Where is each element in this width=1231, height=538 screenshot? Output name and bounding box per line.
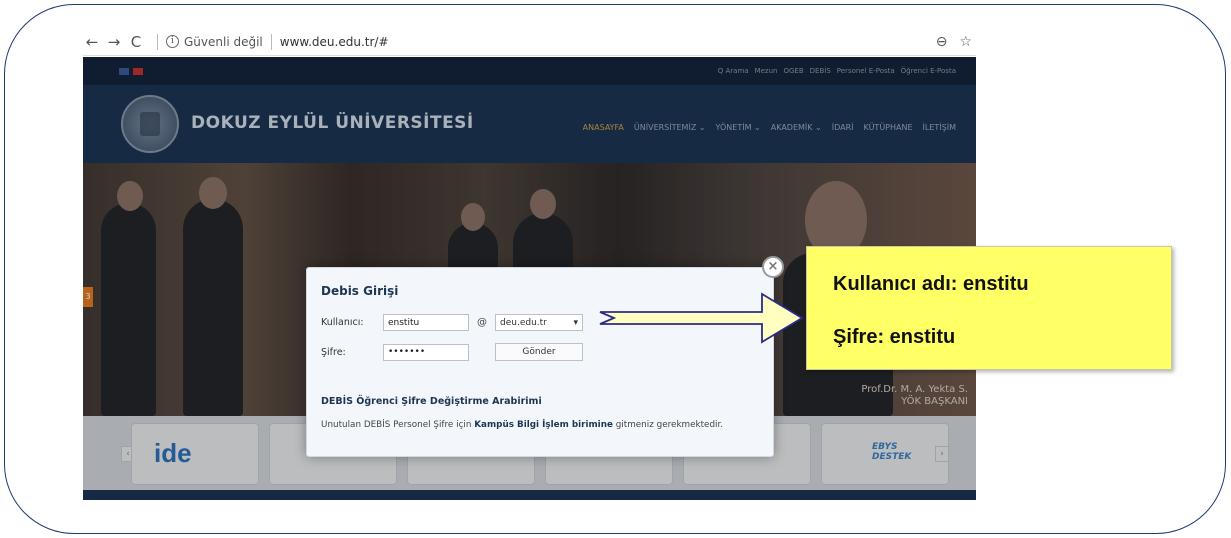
credentials-callout: Kullanıcı adı: enstitu Şifre: enstitu (806, 246, 1172, 370)
note-bold-link[interactable]: Kampüs Bilgi İşlem birimine (474, 420, 613, 430)
security-indicator[interactable]: i Güvenli değil (166, 35, 263, 49)
separator (270, 33, 272, 50)
bookmark-star-icon[interactable]: ☆ (959, 34, 972, 50)
callout-password: Şifre: enstitu (833, 326, 956, 348)
info-icon: i (166, 35, 179, 48)
chevron-down-icon: ▾ (573, 317, 578, 328)
reload-icon[interactable]: C (127, 33, 145, 51)
close-icon[interactable]: × (762, 256, 784, 278)
at-sign: @ (477, 317, 487, 328)
password-change-link[interactable]: DEBİS Öğrenci Şifre Değiştirme Arabirimi (321, 396, 542, 407)
domain-select[interactable]: deu.edu.tr ▾ (495, 314, 583, 331)
security-text: Güvenli değil (184, 34, 263, 49)
password-input[interactable] (383, 343, 469, 361)
zoom-icon[interactable]: ⊖ (936, 34, 948, 50)
submit-button[interactable]: Gönder (495, 343, 583, 361)
password-label: Şifre: (321, 346, 346, 358)
username-input[interactable] (383, 314, 469, 331)
forgot-password-note: Unutulan DEBİS Personel Şifre için Kampü… (321, 420, 723, 430)
note-suffix: gitmeniz gerekmektedir. (612, 420, 724, 430)
password-row: Şifre: Gönder (321, 343, 583, 361)
forward-arrow-icon[interactable]: → (105, 33, 123, 51)
pointer-arrow-icon (599, 292, 804, 344)
browser-address-bar: ← → C i Güvenli değil www.deu.edu.tr/# ⊖… (83, 28, 976, 56)
username-row: Kullanıcı: @ deu.edu.tr ▾ (321, 314, 583, 331)
url-text[interactable]: www.deu.edu.tr/# (280, 35, 389, 49)
note-prefix: Unutulan DEBİS Personel Şifre için (321, 420, 475, 430)
callout-username: Kullanıcı adı: enstitu (833, 273, 1029, 295)
back-arrow-icon[interactable]: ← (83, 33, 101, 51)
separator (157, 33, 158, 50)
username-label: Kullanıcı: (321, 317, 364, 328)
modal-title: Debis Girişi (321, 284, 399, 298)
domain-value: deu.edu.tr (500, 317, 547, 328)
